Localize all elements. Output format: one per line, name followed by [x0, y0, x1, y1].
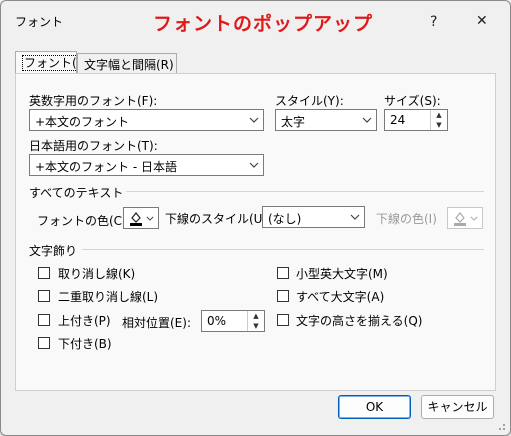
chevron-down-icon — [358, 110, 376, 130]
tab-label: 文字幅と間隔(R) — [84, 58, 174, 72]
superscript-checkbox[interactable] — [38, 314, 50, 326]
offset-label: 相対位置(E): — [122, 316, 191, 330]
superscript-label: 上付き(P) — [58, 314, 111, 328]
paint-bucket-icon — [130, 212, 142, 226]
chevron-down-icon — [146, 216, 154, 221]
small-caps-checkbox[interactable] — [277, 267, 289, 279]
font-dialog: フォント フォントのポップアップ ? ✕ フォント(N) 文字幅と間隔(R) 英… — [0, 0, 511, 436]
size-spinner[interactable]: 24 ▲ ▼ — [384, 109, 448, 131]
chevron-down-icon — [470, 216, 478, 221]
style-value: 太字 — [281, 115, 306, 129]
annotation-label: フォントのポップアップ — [153, 13, 374, 35]
asian-font-select[interactable]: +本文のフォント - 日本語 — [29, 154, 264, 176]
size-value: 24 — [390, 113, 406, 127]
tab-font[interactable]: フォント(N) — [15, 51, 93, 73]
divider — [82, 249, 484, 250]
latin-font-label: 英数字用のフォント(F): — [29, 94, 158, 108]
offset-value: 0% — [207, 314, 227, 328]
tab-character-spacing[interactable]: 文字幅と間隔(R) — [77, 53, 177, 73]
size-spin-buttons[interactable]: ▲ ▼ — [430, 110, 447, 130]
all-caps-checkbox[interactable] — [277, 290, 289, 302]
cancel-button[interactable]: キャンセル — [421, 395, 494, 419]
divider — [126, 191, 484, 192]
latin-font-select[interactable]: +本文のフォント — [29, 109, 264, 131]
all-caps-label: すべて大文字(A) — [296, 290, 385, 304]
asian-font-label: 日本語用のフォント(T): — [29, 139, 158, 153]
strikethrough-checkbox[interactable] — [38, 267, 50, 279]
font-tab-panel: 英数字用のフォント(F): +本文のフォント スタイル(Y): 太字 サイズ(S… — [15, 73, 496, 391]
double-strikethrough-checkbox[interactable] — [38, 290, 50, 302]
paint-bucket-icon — [454, 212, 466, 226]
style-select[interactable]: 太字 — [275, 109, 377, 131]
chevron-down-icon — [245, 155, 263, 175]
underline-style-label: 下線のスタイル(U) — [165, 212, 268, 226]
asian-font-value: +本文のフォント - 日本語 — [35, 160, 178, 174]
underline-color-button[interactable] — [447, 207, 483, 229]
latin-font-value: +本文のフォント — [35, 115, 130, 129]
all-text-heading: すべてのテキスト — [29, 186, 124, 200]
underline-style-value: (なし) — [268, 212, 302, 226]
underline-style-select[interactable]: (なし) — [262, 206, 365, 228]
spin-down-icon[interactable]: ▼ — [248, 321, 264, 331]
offset-spinner[interactable]: 0% ▲ ▼ — [201, 310, 265, 332]
style-label: スタイル(Y): — [275, 94, 344, 108]
font-color-label: フォントの色(C) — [37, 214, 127, 228]
resize-grip-icon[interactable] — [496, 421, 506, 431]
equalize-height-checkbox[interactable] — [277, 314, 289, 326]
size-label: サイズ(S): — [384, 94, 441, 108]
close-button[interactable]: ✕ — [476, 13, 488, 29]
chevron-down-icon — [346, 207, 364, 227]
spin-down-icon[interactable]: ▼ — [431, 120, 447, 130]
ok-button[interactable]: OK — [338, 395, 411, 419]
spin-up-icon[interactable]: ▲ — [431, 110, 447, 120]
offset-spin-buttons[interactable]: ▲ ▼ — [247, 311, 264, 331]
font-color-button[interactable] — [123, 207, 159, 229]
subscript-checkbox[interactable] — [38, 337, 50, 349]
dialog-title: フォント — [15, 15, 64, 29]
effects-heading: 文字飾り — [29, 244, 78, 258]
double-strikethrough-label: 二重取り消し線(L) — [58, 290, 159, 304]
underline-color-label: 下線の色(I) — [376, 212, 437, 226]
chevron-down-icon — [245, 110, 263, 130]
small-caps-label: 小型英大文字(M) — [296, 267, 388, 281]
equalize-height-label: 文字の高さを揃える(Q) — [296, 314, 423, 328]
strikethrough-label: 取り消し線(K) — [58, 267, 136, 281]
spin-up-icon[interactable]: ▲ — [248, 311, 264, 321]
help-button[interactable]: ? — [430, 14, 437, 30]
subscript-label: 下付き(B) — [58, 337, 112, 351]
